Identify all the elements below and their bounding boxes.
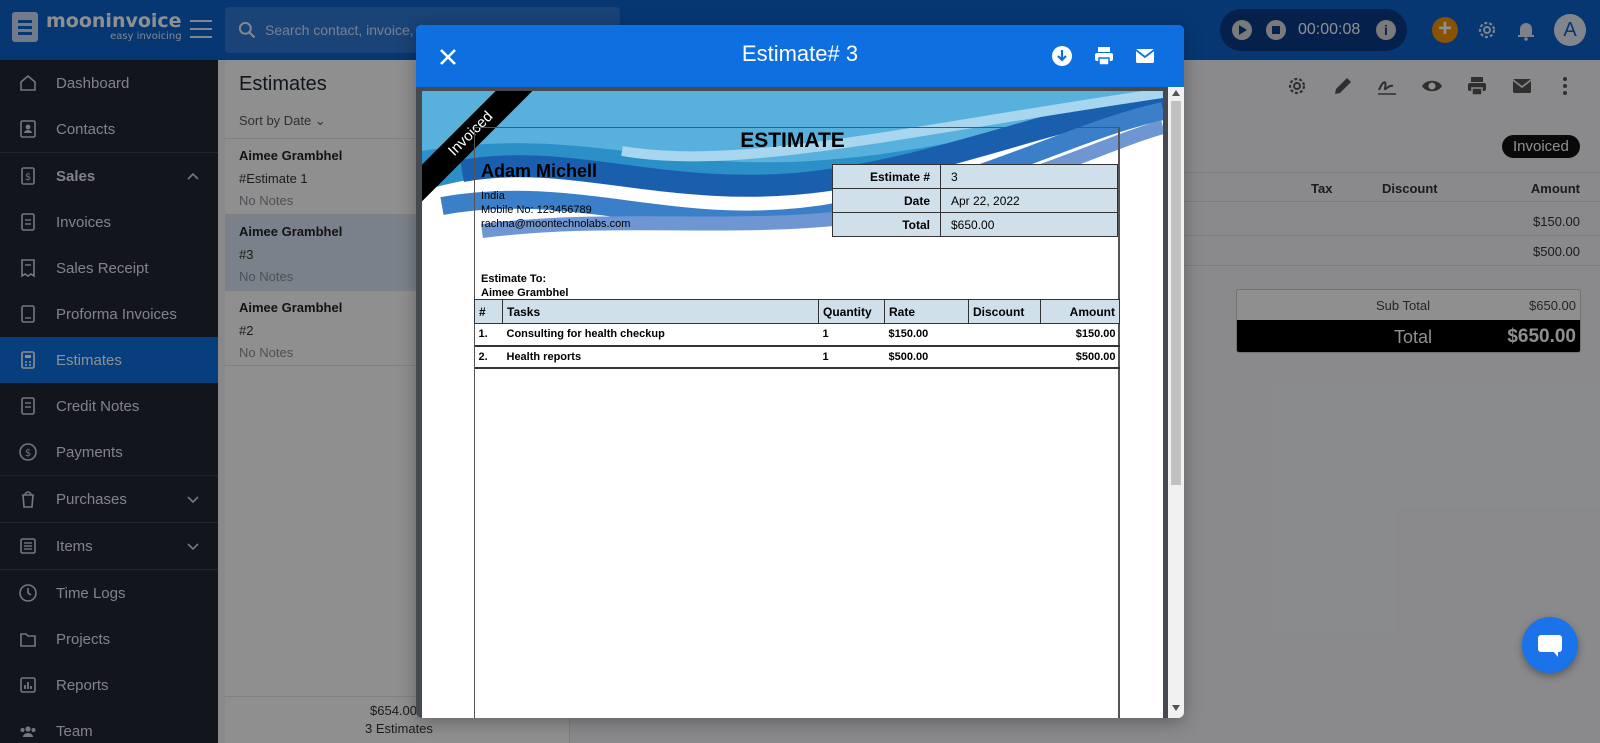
table-row: 2. Health reports 1 $500.00 $500.00 — [474, 345, 1120, 369]
print-icon[interactable] — [1092, 44, 1116, 68]
meta-value: 3 — [940, 164, 1118, 189]
sender-email: rachna@moontechnolabs.com — [481, 218, 631, 230]
document-heading: ESTIMATE — [740, 129, 845, 152]
meta-key: Estimate # — [832, 164, 941, 189]
meta-key: Date — [832, 188, 941, 213]
scroll-down-icon[interactable] — [1172, 705, 1180, 711]
document-viewer[interactable]: Invoiced ESTIMATE Adam Michell India Mob… — [416, 87, 1184, 718]
item-task: Consulting for health checkup — [502, 323, 819, 347]
estimate-document: Invoiced ESTIMATE Adam Michell India Mob… — [422, 91, 1163, 718]
column-header: Discount — [968, 299, 1041, 324]
column-header: Rate — [884, 299, 969, 324]
column-header: Tasks — [502, 299, 819, 324]
download-icon[interactable] — [1050, 44, 1074, 68]
estimate-meta-table: Estimate # 3 Date Apr 22, 2022 Total $65… — [832, 164, 1118, 237]
line-items-table: # Tasks Quantity Rate Discount Amount 1.… — [474, 299, 1120, 369]
item-amount: $500.00 — [1040, 345, 1120, 369]
sender-country: India — [481, 190, 505, 202]
scroll-up-icon[interactable] — [1172, 90, 1180, 96]
sender-mobile: Mobile No: 123456789 — [481, 204, 592, 216]
item-rate: $500.00 — [884, 345, 969, 369]
item-amount: $150.00 — [1040, 323, 1120, 347]
item-task: Health reports — [502, 345, 819, 369]
item-quantity: 1 — [818, 345, 885, 369]
scrollbar-thumb[interactable] — [1171, 101, 1181, 485]
recipient-name: Aimee Grambhel — [481, 287, 569, 299]
modal-header: Estimate# 3 — [416, 25, 1184, 87]
estimate-preview-modal: Estimate# 3 Invoiced ESTIMATE Adam Miche… — [416, 25, 1184, 718]
column-header: Quantity — [818, 299, 885, 324]
table-row: 1. Consulting for health checkup 1 $150.… — [474, 323, 1120, 347]
item-discount — [968, 323, 1041, 347]
meta-key: Total — [832, 212, 941, 237]
sender-name: Adam Michell — [481, 161, 598, 181]
recipient-label: Estimate To: — [481, 273, 547, 285]
meta-value: Apr 22, 2022 — [940, 188, 1118, 213]
item-quantity: 1 — [818, 323, 885, 347]
document-scrollbar[interactable] — [1168, 87, 1184, 718]
column-header: Amount — [1040, 299, 1120, 324]
item-rate: $150.00 — [884, 323, 969, 347]
item-number: 2. — [474, 345, 503, 369]
meta-value: $650.00 — [940, 212, 1118, 237]
chat-icon[interactable] — [1522, 617, 1578, 673]
email-icon[interactable] — [1133, 44, 1157, 68]
column-header: # — [474, 299, 503, 324]
item-number: 1. — [474, 323, 503, 347]
item-discount — [968, 345, 1041, 369]
